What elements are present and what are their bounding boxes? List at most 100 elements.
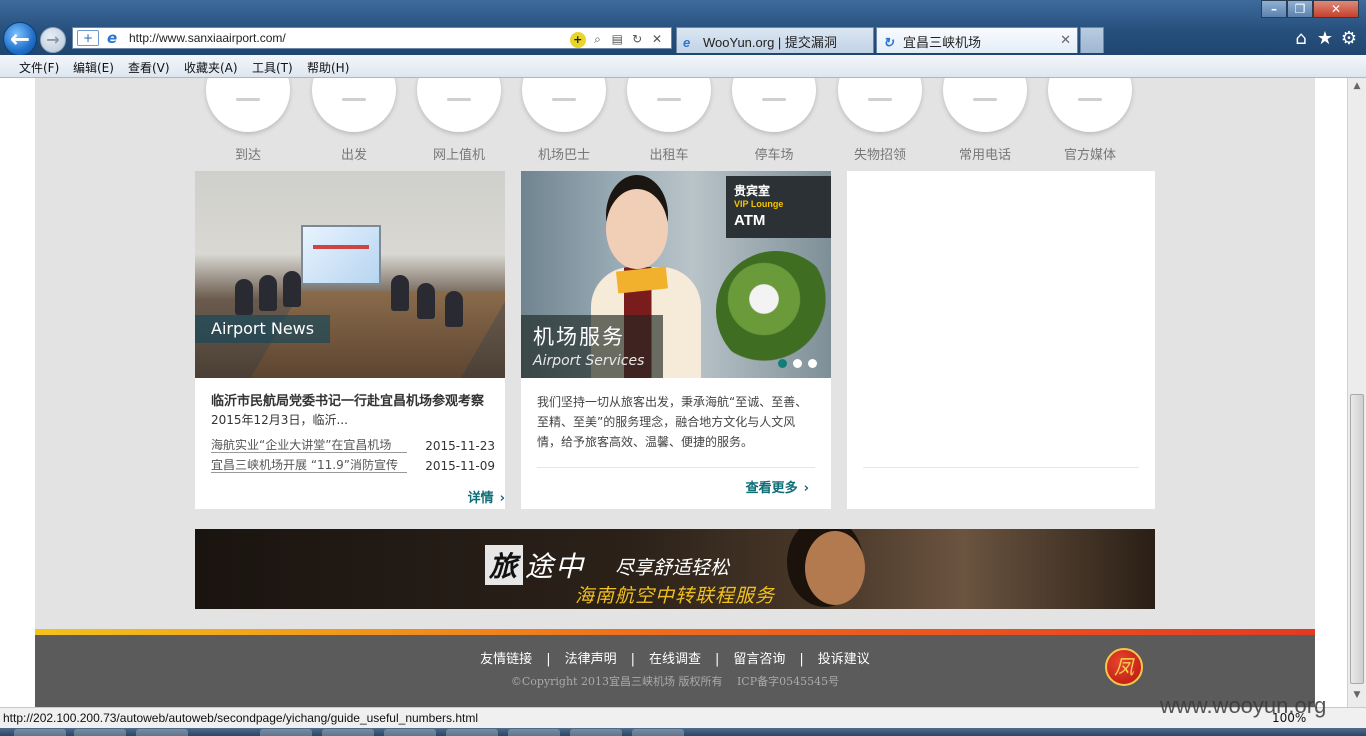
service-link-departure[interactable]: 出发 [309, 78, 399, 163]
taskbar-button[interactable] [260, 729, 312, 736]
divider [863, 467, 1139, 468]
footer-link-survey[interactable]: 在线调查 [649, 652, 701, 667]
bus-icon [522, 78, 606, 132]
separator: | [630, 652, 635, 667]
service-link-media[interactable]: 官方媒体 [1045, 78, 1135, 163]
service-tag: 机场服务 Airport Services [521, 315, 663, 378]
service-link-phone[interactable]: 常用电话 [940, 78, 1030, 163]
service-title-en: Airport Services [533, 353, 645, 369]
taskbar-button[interactable] [570, 729, 622, 736]
taskbar-button[interactable] [384, 729, 436, 736]
slider-dot[interactable] [808, 359, 817, 368]
service-link-lost-found[interactable]: 失物招领 [835, 78, 925, 163]
taskbar-button[interactable] [322, 729, 374, 736]
chevron-right-icon: › [499, 491, 505, 506]
maximize-button[interactable]: ❐ [1287, 0, 1313, 18]
address-url[interactable]: http://www.sanxiaairport.com/ [129, 31, 286, 45]
close-window-button[interactable]: ✕ [1313, 0, 1359, 18]
close-tab-icon[interactable]: ✕ [1060, 32, 1071, 48]
service-label: 常用电话 [958, 148, 1011, 163]
tab-wooyun[interactable]: e WooYun.org | 提交漏洞 [676, 27, 874, 53]
taskbar-button[interactable] [136, 729, 188, 736]
service-title-cn: 机场服务 [533, 325, 625, 349]
service-link-online-checkin[interactable]: 网上值机 [414, 78, 504, 163]
gear-icon[interactable]: ⚙ [1338, 28, 1360, 50]
taskbar-button[interactable] [632, 729, 684, 736]
menu-file[interactable]: 文件(F) [19, 59, 59, 76]
stop-icon[interactable]: ✕ [649, 30, 665, 48]
home-icon[interactable]: ⌂ [1290, 28, 1312, 50]
sign-vip-label: 贵宾室 [734, 184, 771, 198]
person [445, 291, 463, 327]
sign-atm-label: ATM [734, 212, 766, 229]
news-more-link[interactable]: 详情 › [468, 487, 505, 506]
scroll-thumb[interactable] [1350, 394, 1364, 684]
footer-link-legal[interactable]: 法律声明 [565, 652, 617, 667]
footer-link-friends[interactable]: 友情链接 [480, 652, 532, 667]
compatibility-view-icon[interactable]: + [569, 32, 586, 48]
favorites-star-icon[interactable]: ★ [1314, 28, 1336, 50]
separator: | [546, 652, 551, 667]
new-tab-button[interactable] [1080, 27, 1104, 53]
menu-tools[interactable]: 工具(T) [252, 59, 293, 76]
service-more-link[interactable]: 查看更多 › [746, 477, 809, 496]
taskbar-button[interactable] [74, 729, 126, 736]
loading-icon: ↻ [883, 35, 894, 50]
minimize-button[interactable]: – [1261, 0, 1287, 18]
scroll-up-icon[interactable]: ▲ [1350, 81, 1364, 95]
menu-edit[interactable]: 编辑(E) [73, 59, 114, 76]
news-item-title[interactable]: 宜昌三峡机场开展 “11.9”消防宣传 [211, 459, 407, 473]
tab-sanxia-airport[interactable]: ↻ 宜昌三峡机场 ✕ [876, 27, 1078, 53]
news-item-date: 2015-11-23 [425, 439, 495, 453]
banner-headline: 旅途中 [485, 545, 585, 585]
taskbar-button[interactable] [508, 729, 560, 736]
footer-link-complaint[interactable]: 投诉建议 [818, 652, 870, 667]
back-arrow-icon: ← [9, 25, 31, 53]
service-link-parking[interactable]: 停车场 [729, 78, 819, 163]
projector-screen [301, 225, 381, 285]
page-icon[interactable]: ▤ [609, 30, 625, 48]
scroll-down-icon[interactable]: ▼ [1350, 690, 1364, 704]
news-headline[interactable]: 临沂市民航局党委书记一行赴宜昌机场参观考察 [211, 390, 493, 409]
back-button[interactable]: ← [3, 22, 37, 56]
empty-card [847, 171, 1155, 509]
news-item-title[interactable]: 海航实业“企业大讲堂”在宜昌机场 [211, 439, 407, 453]
address-bar[interactable]: + e http://www.sanxiaairport.com/ + ⌕ ▤ … [72, 27, 672, 49]
service-link-taxi[interactable]: 出租车 [624, 78, 714, 163]
forward-button[interactable]: → [40, 27, 66, 53]
flowers-image [716, 251, 831, 371]
person [417, 283, 435, 319]
divider [537, 467, 815, 468]
banner-box-char: 旅 [485, 545, 524, 585]
slider-dot[interactable] [778, 359, 787, 368]
service-link-arrival[interactable]: 到达 [203, 78, 293, 163]
menu-view[interactable]: 查看(V) [128, 59, 170, 76]
service-link-airport-bus[interactable]: 机场巴士 [519, 78, 609, 163]
slider-dot[interactable] [793, 359, 802, 368]
transfer-service-banner[interactable]: 旅途中 尽享舒适轻松 海南航空中转联程服务 [195, 529, 1155, 609]
browser-chrome: ← → + e http://www.sanxiaairport.com/ + … [0, 0, 1366, 56]
menu-help[interactable]: 帮助(H) [307, 59, 349, 76]
service-photo[interactable]: 贵宾室 VIP Lounge ATM 机场服务 Airport Services [521, 171, 831, 378]
list-item[interactable]: 宜昌三峡机场开展 “11.9”消防宣传 2015-11-09 [211, 459, 495, 476]
taskbar-button[interactable] [446, 729, 498, 736]
news-photo[interactable]: Airport News [195, 171, 505, 378]
refresh-icon[interactable]: ↻ [629, 30, 645, 48]
footer-link-message[interactable]: 留言咨询 [733, 652, 785, 667]
news-summary: 2015年12月3日，临沂... [211, 413, 348, 427]
slider-dots [772, 357, 817, 371]
taskbar-button[interactable] [14, 729, 66, 736]
service-label: 失物招领 [853, 148, 906, 163]
separator: | [799, 652, 804, 667]
vertical-scrollbar[interactable]: ▲ ▼ [1347, 78, 1366, 707]
tab-label: WooYun.org | 提交漏洞 [703, 35, 837, 50]
taxi-icon [627, 78, 711, 132]
search-icon[interactable]: ⌕ [590, 30, 606, 48]
footer: 友情链接 | 法律声明 | 在线调查 | 留言咨询 | 投诉建议 ©Copyright 2013… [35, 635, 1315, 707]
page-viewport: 到达 出发 网上值机 机场巴士 出租车 停车场 失物招领 常用电话 官方媒体 A… [0, 78, 1366, 707]
menu-bar: 文件(F) 编辑(E) 查看(V) 收藏夹(A) 工具(T) 帮助(H) [0, 55, 1366, 78]
add-to-favorites-icon[interactable]: + [77, 30, 99, 46]
list-item[interactable]: 海航实业“企业大讲堂”在宜昌机场 2015-11-23 [211, 439, 495, 456]
menu-favorites[interactable]: 收藏夹(A) [184, 59, 238, 76]
person [235, 279, 253, 315]
